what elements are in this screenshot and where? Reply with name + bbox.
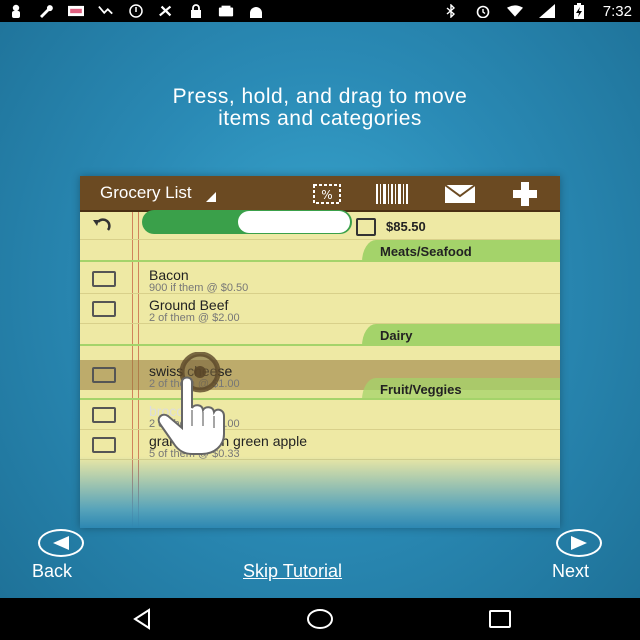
list-item: Bacon 900 if them @ $0.50 [80,264,560,294]
nav-back-icon [133,608,150,630]
alarm-icon [475,4,491,18]
status-left-icons [8,4,264,18]
android-icon [248,4,264,18]
cat-icon [8,4,24,18]
status-right-icons: 7:32 [443,3,632,20]
tutorial-title: Press, hold, and drag to move items and … [172,85,468,130]
next-arrow-icon [571,536,587,550]
tools-icon [158,4,174,18]
status-time: 7:32 [602,2,632,20]
item-detail: 900 if them @ $0.50 [149,282,249,294]
hand-pointer-icon [157,376,225,455]
signal-icon [538,4,555,18]
back-button[interactable] [38,529,84,557]
skip-tutorial-link[interactable]: Skip Tutorial [243,561,342,582]
item-name: Bacon [149,267,189,283]
category-dairy: Dairy [362,324,560,346]
nav-home-button[interactable] [300,606,340,632]
battery-charging-icon [571,3,587,19]
back-label[interactable]: Back [32,561,72,582]
item-checkbox [92,407,116,423]
nav-home-icon [307,609,333,629]
undo-icon [92,218,112,238]
next-label[interactable]: Next [552,561,589,582]
coupon-icon: % [312,182,342,206]
barcode-icon [376,182,410,206]
nav-recents-icon [489,610,511,628]
item-detail: 2 of them @ $2.00 [149,312,240,324]
status-bar: 7:32 [0,0,640,22]
email-icon [444,182,476,206]
keyboard-icon [68,4,84,18]
add-icon [510,182,540,206]
android-nav-bar [0,598,640,640]
svg-text:%: % [321,188,332,202]
alarm-off-icon [128,4,144,18]
back-arrow-icon [53,536,69,550]
item-name: Ground Beef [149,297,229,313]
nav-back-button[interactable] [122,606,162,632]
preview-fade [80,456,560,528]
list-total: $85.50 [386,219,426,234]
nav-recents-button[interactable] [480,606,520,632]
item-checkbox [92,367,116,383]
lock-icon [188,4,204,18]
item-checkbox [92,437,116,453]
category-fruit: Fruit/Veggies [362,378,560,400]
receipt-icon [356,218,376,236]
wrench-icon [38,4,54,18]
mock-toolbar-title: Grocery List [100,183,192,202]
item-checkbox [92,271,116,287]
wifi-icon [506,4,523,18]
cart-progress-fill [238,211,350,233]
next-button[interactable] [556,529,602,557]
tray-icon [218,4,234,18]
category-meats: Meats/Seafood [362,240,560,262]
tutorial-preview: Grocery List % $85.50 Meats/Seafood Baco… [80,176,560,528]
mock-toolbar: Grocery List % [80,176,560,212]
item-checkbox [92,301,116,317]
missed-call-icon [98,4,114,18]
bluetooth-icon [443,4,459,18]
dropdown-corner-icon [205,192,216,202]
list-item: Ground Beef 2 of them @ $2.00 [80,294,560,324]
